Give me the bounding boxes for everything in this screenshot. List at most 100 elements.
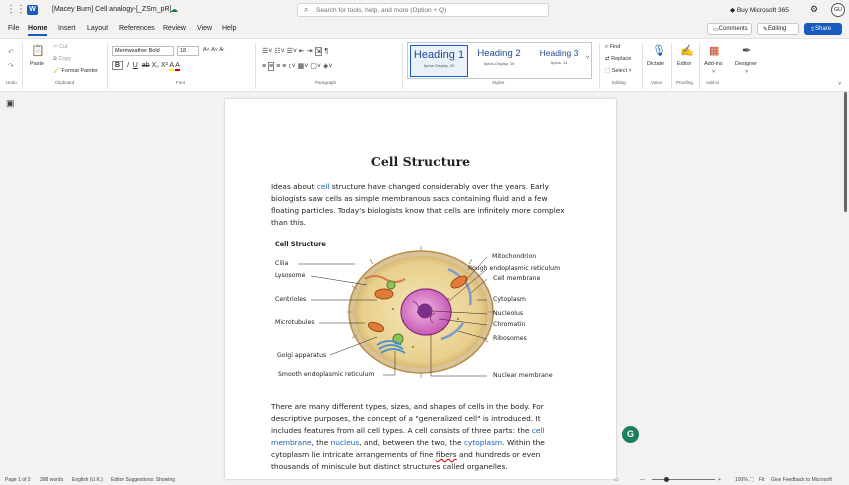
find-button[interactable]: ⌕ Find — [605, 44, 620, 51]
designer-icon[interactable]: ✒ — [742, 44, 751, 57]
feedback-link[interactable]: Give Feedback to Microsoft — [771, 477, 832, 483]
paragraph-intro[interactable]: Ideas about cell structure have changed … — [271, 181, 571, 229]
search-icon: ⌕ — [304, 5, 309, 14]
document-page[interactable]: Cell Structure Ideas about cell structur… — [225, 99, 616, 479]
link-nucleus[interactable]: nucleus — [331, 438, 360, 447]
tab-layout[interactable]: Layout — [87, 25, 108, 32]
tab-references[interactable]: References — [119, 25, 155, 32]
addins-button[interactable]: Add-ins — [704, 61, 723, 67]
spelling-error-fibers[interactable]: fibers — [436, 450, 457, 459]
replace-label: Replace — [611, 56, 632, 62]
link-cell[interactable]: cell — [317, 182, 330, 191]
comments-button[interactable]: ▭ Comments — [707, 23, 752, 35]
bold-icon[interactable]: B — [112, 61, 124, 70]
paste-icon[interactable]: 📋 — [31, 44, 45, 57]
list-buttons[interactable]: ☰˅ ☷˅ ☰˅ ⇤ ⇥ ⇲ ¶ — [262, 47, 328, 56]
app-launcher-icon[interactable]: ⋮⋮ — [6, 5, 26, 15]
share-button[interactable]: ⇪ Share — [804, 23, 842, 35]
style-heading-2[interactable]: Heading 2 Aptos Display, 16 — [470, 45, 528, 77]
proofing-group-label: Proofing — [676, 80, 693, 85]
tab-insert[interactable]: Insert — [58, 25, 76, 32]
addins-icon[interactable]: ▦ — [709, 44, 719, 57]
avatar[interactable]: GU — [831, 3, 845, 17]
editor-suggestions[interactable]: Editor Suggestions: Showing — [111, 477, 175, 483]
tab-file[interactable]: File — [8, 25, 19, 32]
text: , and, between the two, the — [359, 438, 464, 447]
paste-button[interactable]: Paste — [30, 61, 44, 67]
redo-icon[interactable]: ↷ — [8, 62, 14, 70]
brush-icon: 🖌 — [53, 68, 60, 74]
zoom-out-icon[interactable]: — — [640, 477, 645, 483]
copy-label: Copy — [58, 56, 72, 62]
tab-review[interactable]: Review — [163, 25, 186, 32]
tab-view[interactable]: View — [197, 25, 212, 32]
editing-mode-button[interactable]: ✎ Editing — [757, 23, 799, 35]
copy-button[interactable]: ⧉ Copy — [53, 56, 71, 63]
highlight-icon[interactable]: A — [169, 62, 174, 71]
grammarly-icon[interactable]: G — [622, 426, 639, 443]
style-font: Aptos, 14 — [550, 60, 568, 65]
tab-home[interactable]: Home — [28, 25, 48, 36]
fit-button[interactable]: Fit — [759, 477, 765, 483]
zoom-in-icon[interactable]: + — [718, 477, 721, 483]
font-grow-shrink-icons[interactable]: A˄ A˅ A̷ — [203, 47, 223, 53]
navigation-pane-icon[interactable]: ▣ — [6, 98, 15, 109]
zoom-slider-thumb[interactable] — [664, 477, 669, 482]
tab-help[interactable]: Help — [222, 25, 236, 32]
style-heading-3[interactable]: Heading 3 Aptos, 14 — [530, 45, 588, 77]
vertical-scrollbar[interactable] — [843, 92, 849, 472]
style-font: Aptos Display, 20 — [423, 63, 455, 68]
italic-icon[interactable]: I — [127, 62, 129, 69]
font-color-icon[interactable]: A — [175, 62, 180, 71]
page-count[interactable]: Page 1 of 2 — [5, 477, 31, 483]
select-button[interactable]: ⬚ Select ˅ — [605, 68, 632, 74]
search-box[interactable]: ⌕ Search for tools, help, and more (Opti… — [297, 3, 549, 17]
dictate-button[interactable]: Dictate — [647, 61, 664, 67]
label-nuclear-membrane: Nuclear membrane — [493, 372, 553, 379]
show-marks-icon[interactable]: ⇲ — [314, 47, 323, 56]
divider — [671, 43, 672, 89]
align-buttons[interactable]: ≡ ≡ ≡ ≡ ↕˅ ▦˅ ▢˅ ◈˅ — [262, 62, 332, 71]
microphone-icon[interactable]: 🎙 — [652, 44, 666, 57]
strikethrough-icon[interactable]: ab — [142, 62, 150, 69]
zoom-level[interactable]: 100% — [735, 477, 748, 483]
chevron-down-icon[interactable]: ˅ — [712, 69, 715, 75]
style-heading-1[interactable]: Heading 1 Aptos Display, 20 — [410, 45, 468, 77]
scrollbar-thumb[interactable] — [844, 92, 847, 212]
font-name-select[interactable]: Merriweather Bold — [112, 46, 174, 56]
word-count[interactable]: 398 words — [40, 477, 63, 483]
gear-icon[interactable]: ⚙ — [810, 4, 818, 15]
replace-button[interactable]: ⇄ Replace — [605, 56, 631, 62]
editor-button[interactable]: Editor — [677, 61, 691, 67]
paragraph-generalized-cell[interactable]: There are many different types, sizes, a… — [271, 401, 571, 473]
format-buttons-row[interactable]: B I U ab X₂ X² A A — [112, 61, 180, 71]
zoom-slider[interactable] — [652, 479, 715, 480]
underline-icon[interactable]: U — [133, 62, 138, 69]
font-group-label: Font — [176, 80, 186, 85]
language[interactable]: English (U.K.) — [72, 477, 103, 483]
divider — [22, 43, 23, 89]
fit-icon[interactable]: ⛶ — [750, 477, 754, 483]
title-bar: ⋮⋮ W [Macey Burn] Cell analogy-[_ZSm_pR]… — [0, 0, 849, 20]
label-ribosomes: Ribosomes — [493, 335, 527, 342]
editing-group-label: Editing — [612, 80, 626, 85]
chevron-down-icon[interactable]: ˅ — [745, 69, 748, 75]
align-center-icon[interactable]: ≡ — [268, 62, 275, 71]
text: There are many different types, sizes, a… — [271, 402, 544, 435]
designer-button[interactable]: Designer — [735, 61, 757, 67]
document-title[interactable]: [Macey Burn] Cell analogy-[_ZSm_pR] — [52, 6, 171, 13]
label-cilia: Cilia — [275, 260, 289, 267]
undo-icon[interactable]: ↶ — [8, 48, 14, 56]
cut-button[interactable]: ✂ Cut — [53, 44, 68, 50]
cell-structure-figure[interactable]: Cell Structure Cilia Lysosome Centrioles… — [273, 239, 573, 384]
format-painter-button[interactable]: 🖌 Format Painter — [53, 68, 98, 74]
styles-more-icon[interactable]: ˅ — [586, 55, 589, 61]
editor-icon[interactable]: ✍ — [680, 44, 694, 57]
ribbon-expand-icon[interactable]: ˅ — [838, 81, 841, 87]
divider — [107, 43, 108, 89]
buy-microsoft-365-link[interactable]: ◆ Buy Microsoft 365 — [730, 6, 789, 14]
font-size-select[interactable]: 18 — [177, 46, 199, 56]
focus-mode-icon[interactable]: ▭ — [614, 477, 619, 483]
link-cytoplasm[interactable]: cytoplasm — [464, 438, 502, 447]
cloud-sync-icon[interactable]: ☁ — [170, 5, 178, 14]
